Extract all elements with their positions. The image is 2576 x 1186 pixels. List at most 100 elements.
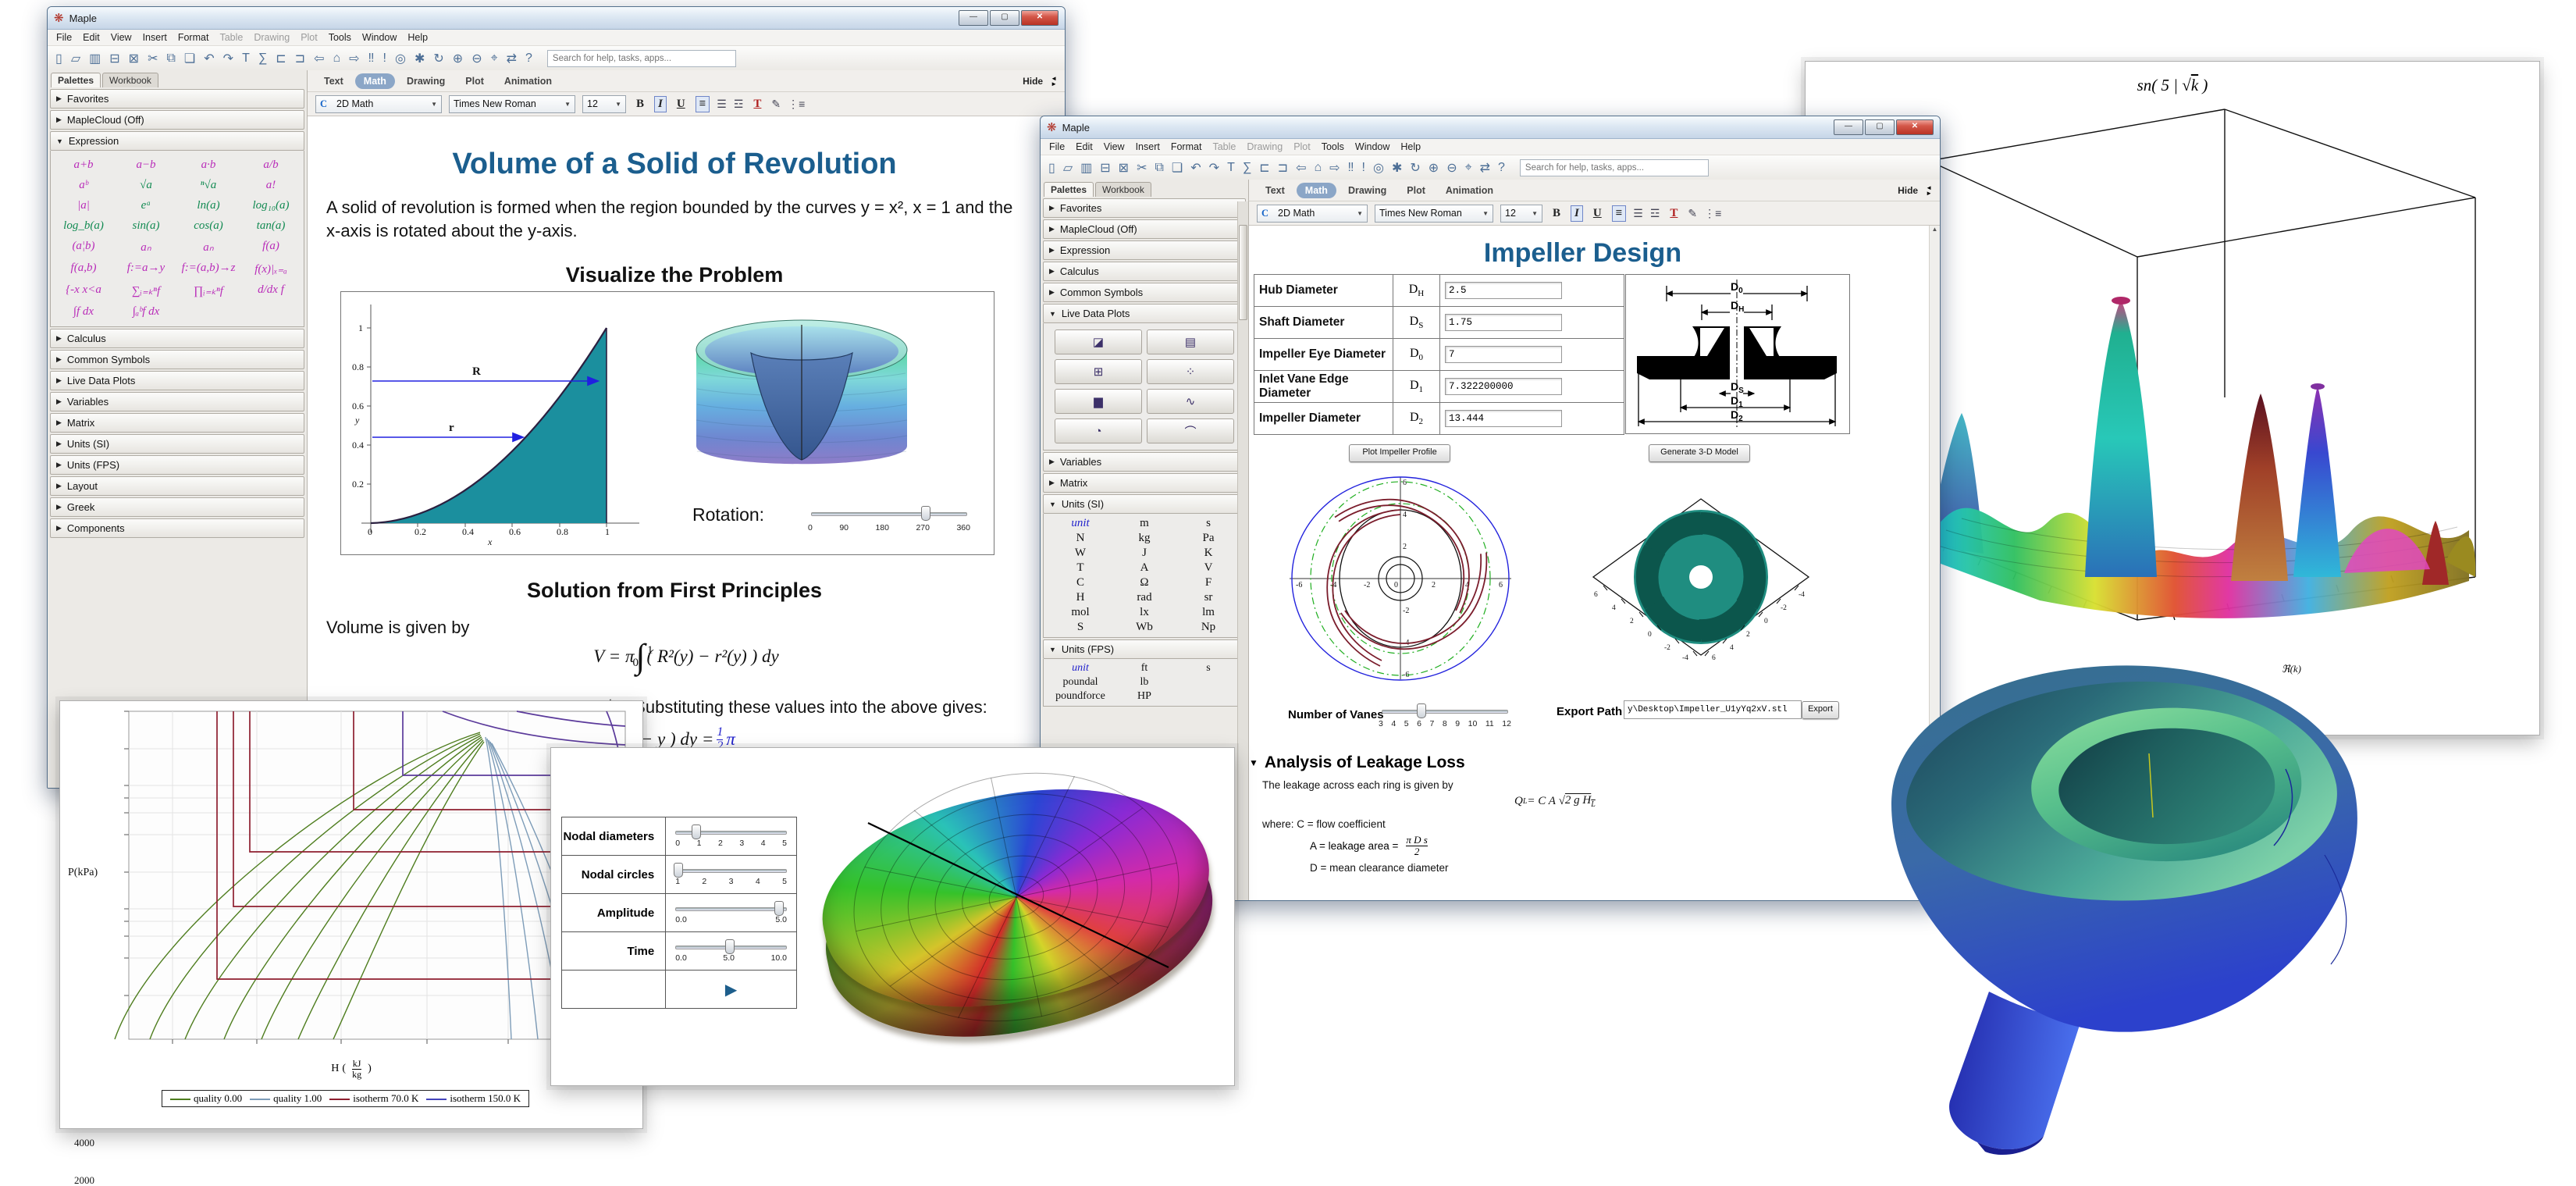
revolution-3d-plot[interactable] — [673, 301, 930, 497]
toolbar-icon[interactable]: ⇦ — [314, 51, 324, 66]
toolbar-icon[interactable]: ! — [1362, 161, 1365, 175]
menu-item[interactable]: Insert — [137, 32, 173, 43]
time-slider[interactable] — [675, 939, 787, 953]
context-tab[interactable]: Text — [1257, 183, 1293, 198]
generate-3d-model-button[interactable]: Generate 3-D Model — [1649, 444, 1750, 462]
toolbar-icon[interactable]: ⊕ — [1429, 160, 1439, 176]
palette-header[interactable]: ▶Components — [50, 518, 304, 538]
expression-template[interactable]: a−b — [115, 158, 177, 172]
toolbar-icon[interactable]: ⇨ — [349, 51, 359, 66]
unit-button[interactable]: s — [1176, 662, 1240, 675]
menu-item[interactable]: Table — [214, 32, 248, 43]
toolbar-icon[interactable]: ⊖ — [1446, 160, 1457, 176]
font-select[interactable]: Times New Roman▼ — [449, 95, 575, 113]
palette-header[interactable]: ▶Calculus — [1043, 262, 1246, 281]
menu-item[interactable]: Edit — [1070, 141, 1098, 152]
menu-item[interactable]: File — [1044, 141, 1070, 152]
live-plot-tile[interactable]: ▤ — [1147, 329, 1234, 354]
live-plot-tile[interactable]: ∿ — [1147, 389, 1234, 414]
toolbar-icon[interactable]: ↶ — [204, 51, 214, 66]
align-right-icon[interactable]: ☲ — [1650, 207, 1660, 220]
unit-button[interactable]: Pa — [1176, 532, 1240, 545]
menu-item[interactable]: Tools — [323, 32, 357, 43]
toolbar-icon[interactable]: ⊐ — [1278, 160, 1288, 176]
unit-button[interactable]: K — [1176, 547, 1240, 560]
palette-header[interactable]: ▶MapleCloud (Off) — [1043, 219, 1246, 239]
toolbar-icon[interactable]: ∑ — [258, 52, 267, 66]
live-plot-tile[interactable]: ⊞ — [1055, 359, 1142, 384]
toolbar-icon[interactable]: ↻ — [1410, 160, 1420, 176]
unit-button[interactable]: mol — [1048, 606, 1112, 619]
context-tab[interactable]: Plot — [457, 73, 493, 89]
bold-button[interactable]: B — [1550, 206, 1564, 221]
toolbar-icon[interactable]: ⧉ — [1155, 161, 1163, 175]
toolbar-icon[interactable]: ⊐ — [295, 51, 305, 66]
context-tab[interactable]: Drawing — [1340, 183, 1395, 198]
slider-thumb[interactable] — [774, 901, 784, 916]
sidebar-tab[interactable]: Palettes — [1044, 182, 1094, 197]
underline-button[interactable]: U — [674, 97, 688, 112]
italic-button[interactable]: I — [1571, 205, 1583, 222]
expression-template[interactable]: a! — [240, 179, 302, 192]
unit-button[interactable]: rad — [1112, 591, 1176, 604]
document-area[interactable]: ▲ Impeller Design Hub Diameter DH — [1249, 226, 1940, 900]
unit-button[interactable]: F — [1176, 576, 1240, 589]
slider-track[interactable] — [1382, 710, 1508, 714]
toolbar-icon[interactable]: ! — [383, 52, 386, 66]
menu-item[interactable]: Window — [357, 32, 402, 43]
unit-button[interactable]: A — [1112, 561, 1176, 575]
expression-template[interactable]: (a¦b) — [52, 240, 115, 255]
menu-item[interactable]: Format — [1165, 141, 1208, 152]
minimize-button[interactable]: — — [959, 10, 988, 26]
amplitude-slider[interactable] — [675, 901, 787, 915]
menu-item[interactable]: Drawing — [248, 32, 295, 43]
collapse-arrows-icon[interactable]: ◄► — [1051, 76, 1057, 87]
menu-item[interactable]: Drawing — [1241, 141, 1288, 152]
expression-template[interactable]: aᵇ — [52, 179, 115, 192]
palette-header-expression[interactable]: ▼Expression — [50, 131, 304, 151]
live-plot-tile[interactable]: ▆ — [1055, 389, 1142, 414]
align-right-icon[interactable]: ☲ — [734, 98, 744, 111]
palette-header[interactable]: ▶Units (FPS) — [50, 455, 304, 475]
align-center-icon[interactable]: ☰ — [1633, 207, 1643, 220]
slider-thumb[interactable] — [692, 825, 701, 839]
help-search-input[interactable] — [1520, 159, 1709, 176]
toolbar-icon[interactable]: ⊟ — [109, 51, 119, 66]
sidebar-tab[interactable]: Workbook — [102, 73, 158, 87]
palette-header[interactable]: ▶Matrix — [1043, 473, 1246, 493]
parameter-input[interactable] — [1445, 346, 1562, 363]
toolbar-icon[interactable]: ⇦ — [1296, 160, 1306, 176]
titlebar[interactable]: ❋ Maple — ▢ ✕ — [48, 7, 1065, 30]
export-button[interactable]: Export — [1802, 701, 1839, 719]
slider-track[interactable] — [811, 512, 967, 516]
context-tab[interactable]: Plot — [1398, 183, 1434, 198]
parameter-input[interactable] — [1445, 282, 1562, 299]
toolbar-icon[interactable]: ⇄ — [507, 51, 517, 66]
section-collapse-icon[interactable]: ▼ — [1249, 757, 1258, 768]
toolbar-icon[interactable]: ⊟ — [1100, 160, 1110, 176]
live-plot-tile[interactable]: ◔ — [1055, 418, 1142, 443]
toolbar-icon[interactable]: ⧉ — [166, 52, 175, 66]
help-search-input[interactable] — [547, 50, 736, 67]
palette-header-live-data-plots[interactable]: ▼Live Data Plots — [1043, 304, 1246, 323]
toolbar-icon[interactable]: ⊠ — [129, 51, 139, 66]
context-tab[interactable]: Drawing — [398, 73, 454, 89]
font-select[interactable]: Times New Roman▼ — [1375, 205, 1493, 223]
palette-header[interactable]: ▶Favorites — [1043, 198, 1246, 218]
bold-button[interactable]: B — [633, 97, 647, 112]
maximize-button[interactable]: ▢ — [1865, 119, 1895, 135]
palette-header[interactable]: ▶Matrix — [50, 413, 304, 433]
align-left-button[interactable]: ≡ — [1612, 205, 1627, 222]
unit-button[interactable] — [1176, 676, 1240, 689]
expression-template[interactable]: a·b — [177, 158, 240, 172]
palette-header-units-si[interactable]: ▼Units (SI) — [1043, 494, 1246, 514]
align-left-button[interactable]: ≡ — [696, 96, 710, 112]
minimize-button[interactable]: — — [1834, 119, 1863, 135]
toolbar-icon[interactable]: ⇄ — [1480, 160, 1490, 176]
palette-header[interactable]: ▶Favorites — [50, 89, 304, 109]
font-color-button[interactable]: T — [1667, 206, 1681, 221]
impeller-3d-plot[interactable]: 6420-2-4 -4-20246 — [1588, 495, 1814, 661]
toolbar-icon[interactable]: ? — [525, 52, 532, 66]
live-plot-tile[interactable]: ⁘ — [1147, 359, 1234, 384]
unit-button[interactable]: Wb — [1112, 621, 1176, 634]
